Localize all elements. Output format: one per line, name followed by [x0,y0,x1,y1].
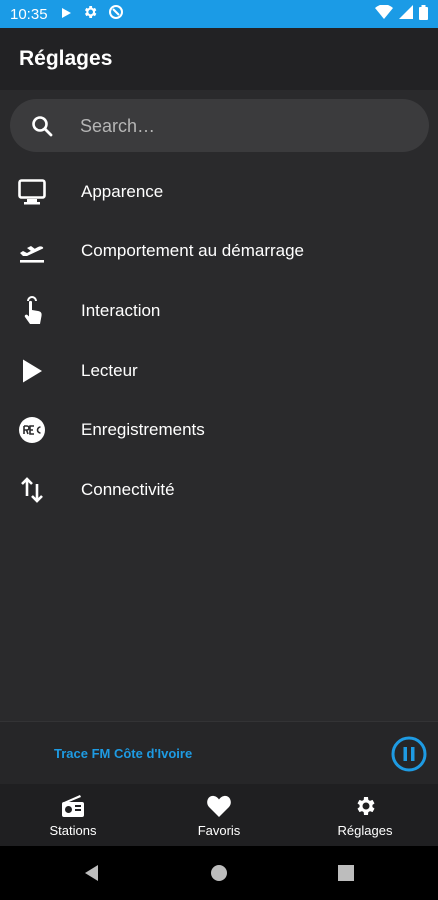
tab-label: Réglages [337,822,393,838]
menu-item-label: Comportement au démarrage [81,240,305,260]
menu-item-label: Interaction [81,300,161,320]
pause-button[interactable] [391,736,427,772]
wifi-icon [375,4,393,23]
page-title: Réglages [19,47,113,70]
menu-item-enregistrements[interactable]: Enregistrements [0,400,438,459]
status-bar: 10:35 [0,0,438,28]
airplane-takeoff-icon [16,235,48,267]
menu-item-interaction[interactable]: Interaction [0,281,438,340]
radio-icon [60,793,86,819]
gear-icon [82,4,98,24]
bottom-navigation: Stations Favoris Réglages [0,784,438,846]
mini-player[interactable]: Trace FM Côte d'Ivoire [0,721,438,784]
now-playing-station[interactable]: Trace FM Côte d'Ivoire [54,746,192,761]
signal-icon [399,5,413,23]
menu-item-lecteur[interactable]: Lecteur [0,341,438,400]
menu-item-comportement[interactable]: Comportement au démarrage [0,221,438,280]
search-icon [31,115,53,137]
heart-icon [206,793,232,819]
back-icon[interactable] [82,863,102,883]
menu-item-label: Enregistrements [81,419,205,439]
system-navigation-bar [0,846,438,900]
tab-stations[interactable]: Stations [0,784,146,846]
menu-item-label: Connectivité [81,479,175,499]
tab-label: Favoris [197,822,241,838]
gear-icon [352,793,378,819]
tab-label: Stations [49,822,97,838]
swap-vertical-icon [16,474,48,506]
search-input[interactable] [80,109,400,143]
monitor-icon [16,176,48,208]
menu-item-connectivite[interactable]: Connectivité [0,460,438,519]
app-bar: Réglages [0,28,438,90]
touch-hand-icon [16,295,48,327]
menu-item-label: Lecteur [81,360,138,380]
play-icon [16,355,48,387]
recents-icon[interactable] [336,863,356,883]
tab-favoris[interactable]: Favoris [146,784,292,846]
search-bar[interactable] [10,99,429,152]
menu-item-label: Apparence [81,181,164,201]
tab-reglages[interactable]: Réglages [292,784,438,846]
data-saver-icon [108,4,124,24]
status-time: 10:35 [10,5,48,23]
battery-icon [419,4,428,24]
play-icon [60,6,72,23]
menu-item-apparence[interactable]: Apparence [0,162,438,221]
home-icon[interactable] [209,863,229,883]
rec-icon [16,414,48,446]
